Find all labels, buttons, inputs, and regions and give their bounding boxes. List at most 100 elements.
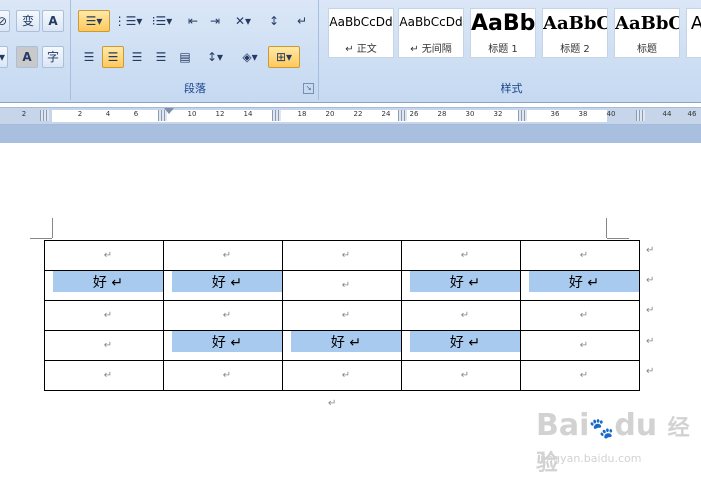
ruler-tick: 28	[437, 110, 447, 118]
borders-icon: ⊞▾	[275, 50, 293, 64]
ruler-tick: 10	[187, 110, 197, 118]
phonetic-guide-button[interactable]: 变	[16, 10, 40, 32]
table-row: ↵ 好 ↵ 好 ↵ 好 ↵ ↵	[44, 330, 640, 361]
table-cell[interactable]: ↵	[401, 240, 521, 271]
cell-content: ↵	[410, 301, 520, 330]
align-left-button[interactable]: ☰	[78, 46, 100, 68]
cell-content: ↵	[53, 361, 163, 390]
column-marker[interactable]	[518, 110, 527, 121]
paragraph-dialog-launcher-icon[interactable]: ↘	[303, 83, 314, 94]
style-name: 标题 1	[488, 44, 518, 55]
enclose-characters-button[interactable]: 字	[42, 46, 64, 68]
borders-button[interactable]: ⊞▾	[268, 46, 300, 68]
table-cell[interactable]: ↵	[282, 360, 402, 391]
ruler-tick: 36	[550, 110, 560, 118]
chinese-layout-button[interactable]: ✕▾	[228, 10, 258, 32]
table-cell[interactable]: ↵	[520, 300, 640, 331]
character-shading-button[interactable]: A	[16, 46, 38, 68]
ruler-tick: 20	[325, 110, 335, 118]
table-cell[interactable]: ↵	[520, 240, 640, 271]
table-cell[interactable]: ↵	[520, 330, 640, 361]
table-cell[interactable]: ↵	[163, 360, 283, 391]
table-row: ↵ ↵ ↵ ↵ ↵	[44, 300, 640, 331]
table-cell[interactable]: ↵	[282, 240, 402, 271]
table-cell[interactable]: ↵	[163, 300, 283, 331]
watermark-url: jingyan.baidu.com	[540, 452, 642, 465]
table-cell[interactable]: ↵	[163, 240, 283, 271]
ruler-tick: 26	[409, 110, 419, 118]
ruler-tick: 4	[105, 110, 111, 118]
multilevel-list-button[interactable]: ⁝☰▾	[146, 10, 178, 32]
horizontal-ruler[interactable]: 2 2 4 6 10 12 14 18 20 22 24 26 28 30 32…	[0, 107, 701, 125]
increase-indent-button[interactable]: ⇥	[204, 10, 226, 32]
table-cell[interactable]: 好 ↵	[520, 270, 640, 301]
cell-content: 好 ↵	[410, 271, 520, 300]
table-cell[interactable]: ↵	[44, 240, 164, 271]
show-marks-button[interactable]: ↵	[290, 10, 314, 32]
margin-corner-mark	[52, 218, 53, 238]
clear-format-icon[interactable]: ⊘	[0, 10, 10, 32]
table-cell[interactable]: 好 ↵	[44, 270, 164, 301]
document-table[interactable]: ↵ ↵ ↵ ↵ ↵ 好 ↵ 好 ↵ ↵ 好 ↵ 好 ↵ ↵ ↵ ↵ ↵ ↵ ↵ 好 ↵ 好 ↵ 好 ↵ ↵ ↵ ↵ ↵ ↵ ↵	[44, 240, 640, 391]
decrease-indent-button[interactable]: ⇤	[182, 10, 204, 32]
ruler-tick: 30	[465, 110, 475, 118]
shading-button[interactable]: ◈▾	[234, 46, 266, 68]
cell-content: ↵	[172, 301, 282, 330]
margin-corner-mark	[606, 218, 607, 238]
cell-text: ↵	[222, 370, 232, 381]
first-line-indent-icon[interactable]	[164, 108, 174, 114]
style-no-spacing[interactable]: AaBbCcDd ↵ 无间隔	[398, 8, 464, 58]
justify-button[interactable]: ☰	[150, 46, 172, 68]
align-right-button[interactable]: ☰	[126, 46, 148, 68]
table-cell[interactable]: 好 ↵	[282, 330, 402, 361]
column-marker[interactable]	[398, 110, 407, 121]
table-cell[interactable]: 好 ↵	[401, 270, 521, 301]
cell-text: ↵	[579, 250, 589, 261]
ruler-tick: 18	[297, 110, 307, 118]
watermark-brand-du: du	[614, 408, 658, 443]
cell-text: ↵	[460, 370, 470, 381]
cell-text: 好 ↵	[568, 274, 600, 291]
table-cell[interactable]: ↵	[520, 360, 640, 391]
table-cell[interactable]: ↵	[282, 270, 402, 301]
numbering-button[interactable]: ⋮☰▾	[112, 10, 144, 32]
cell-text: 好 ↵	[211, 274, 243, 291]
cell-text: ↵	[579, 340, 589, 351]
table-cell[interactable]: ↵	[44, 360, 164, 391]
bullets-icon: ☰▾	[85, 14, 103, 28]
line-spacing-icon: ↕▾	[206, 50, 224, 64]
watermark-logo: Bai🐾du 经验	[536, 408, 701, 478]
row-end-mark: ↵	[646, 245, 655, 256]
table-cell[interactable]: ↵	[401, 360, 521, 391]
cell-content: ↵	[529, 331, 639, 360]
cell-text: ↵	[460, 250, 470, 261]
ruler-tick: 44	[662, 110, 672, 118]
sort-button[interactable]: ↕	[262, 10, 286, 32]
style-heading-1[interactable]: AaBb 标题 1	[470, 8, 536, 58]
align-center-button[interactable]: ☰	[102, 46, 124, 68]
table-cell[interactable]: ↵	[44, 330, 164, 361]
style-heading-2[interactable]: AaBbC 标题 2	[542, 8, 608, 58]
table-cell[interactable]: ↵	[282, 300, 402, 331]
table-cell[interactable]: 好 ↵	[163, 330, 283, 361]
row-end-mark: ↵	[646, 305, 655, 316]
style-more[interactable]: A	[686, 8, 701, 58]
table-cell[interactable]: 好 ↵	[163, 270, 283, 301]
bullets-button[interactable]: ☰▾	[78, 10, 110, 32]
column-marker[interactable]	[40, 110, 49, 121]
table-cell[interactable]: 好 ↵	[401, 330, 521, 361]
cell-content: ↵	[529, 301, 639, 330]
font-color-dropdown-icon[interactable]: ▾	[0, 46, 8, 68]
style-sample: A	[690, 13, 701, 34]
column-marker[interactable]	[272, 110, 281, 121]
character-border-button[interactable]: A	[42, 10, 64, 32]
distributed-button[interactable]: ▤	[174, 46, 196, 68]
style-name: 标题 2	[560, 44, 590, 55]
table-cell[interactable]: ↵	[401, 300, 521, 331]
table-cell[interactable]: ↵	[44, 300, 164, 331]
style-title[interactable]: AaBbC 标题	[614, 8, 680, 58]
column-marker[interactable]	[636, 110, 645, 121]
line-spacing-button[interactable]: ↕▾	[200, 46, 230, 68]
style-normal[interactable]: AaBbCcDd ↵ 正文	[328, 8, 394, 58]
cell-content: 好 ↵	[172, 271, 282, 300]
